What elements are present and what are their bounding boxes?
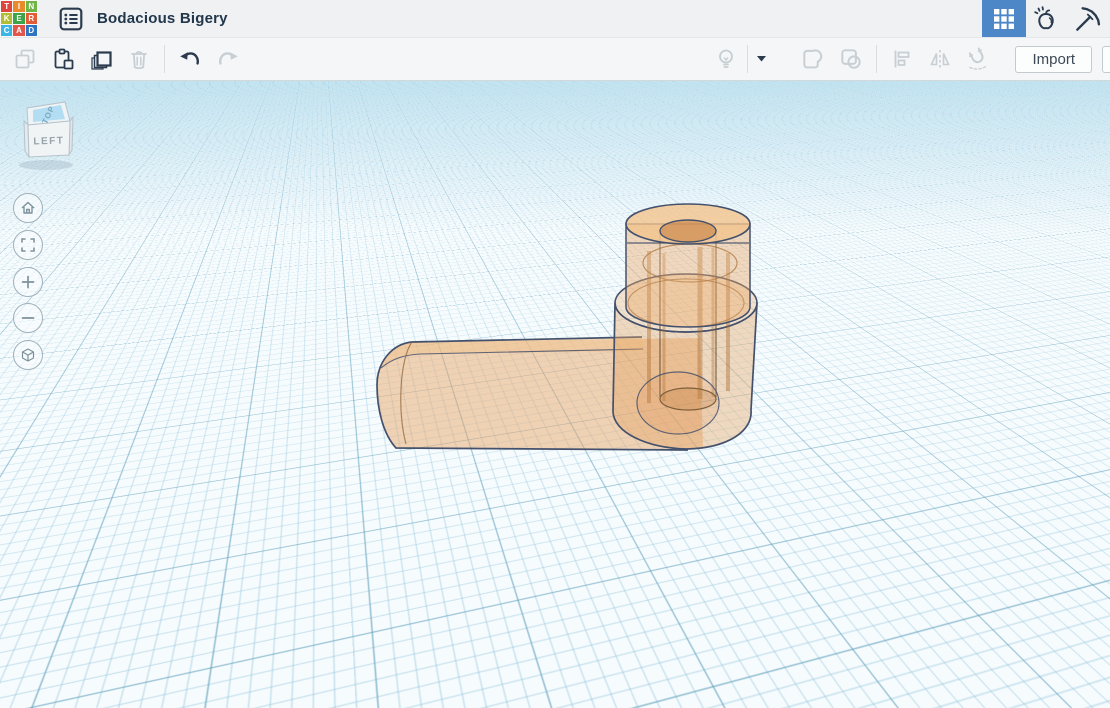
- workplane-canvas[interactable]: TOP LEFT: [0, 81, 1110, 708]
- duplicate-button[interactable]: [82, 40, 120, 78]
- perspective-cube-icon: [20, 347, 36, 363]
- design-title: Bodacious Bigery: [97, 10, 228, 27]
- zoom-in-button[interactable]: [13, 267, 43, 297]
- delete-button[interactable]: [120, 40, 158, 78]
- home-icon: [20, 200, 36, 216]
- toolbar-separator: [876, 45, 877, 73]
- grid-blocks-icon: [994, 9, 1014, 29]
- mirror-button[interactable]: [921, 40, 959, 78]
- list-icon: [58, 6, 84, 32]
- ungroup-icon: [838, 46, 864, 72]
- redo-icon: [215, 46, 241, 72]
- model-pipe-shape[interactable]: [0, 81, 1110, 708]
- zoom-out-button[interactable]: [13, 303, 43, 333]
- magnet-icon: [965, 46, 991, 72]
- partial-right-button[interactable]: [1102, 46, 1110, 73]
- plus-icon: [20, 274, 36, 290]
- copy-button[interactable]: [6, 40, 44, 78]
- top-bar: T I N K E R C A D Bodacious Bigery: [0, 0, 1110, 38]
- falling-apple-icon: [1032, 5, 1060, 33]
- align-button[interactable]: [883, 40, 921, 78]
- home-view-button[interactable]: [13, 193, 43, 223]
- view-mode-sim-lab-button[interactable]: [1026, 0, 1066, 38]
- group-button[interactable]: [794, 40, 832, 78]
- view-mode-blocks-button[interactable]: [1066, 0, 1110, 38]
- chevron-down-icon: [757, 56, 766, 62]
- show-hide-button[interactable]: [707, 40, 745, 78]
- view-cube[interactable]: TOP LEFT: [16, 95, 82, 175]
- align-icon: [890, 47, 914, 71]
- redo-button[interactable]: [209, 40, 247, 78]
- view-cube-shadow: [19, 160, 73, 170]
- fit-view-button[interactable]: [13, 230, 43, 260]
- paste-button[interactable]: [44, 40, 82, 78]
- trash-icon: [127, 47, 151, 71]
- magnet-button[interactable]: [959, 40, 997, 78]
- paste-icon: [51, 47, 75, 71]
- tinkercad-logo[interactable]: T I N K E R C A D: [0, 0, 38, 38]
- show-hide-dropdown-button[interactable]: [750, 40, 772, 78]
- duplicate-icon: [88, 46, 114, 72]
- perspective-toggle-button[interactable]: [13, 340, 43, 370]
- import-button[interactable]: Import: [1015, 46, 1092, 73]
- toolbar-separator: [747, 45, 748, 73]
- ungroup-button[interactable]: [832, 40, 870, 78]
- design-menu-button[interactable]: [57, 5, 84, 32]
- toolbar-separator: [164, 45, 165, 73]
- minus-icon: [20, 310, 36, 326]
- copy-icon: [13, 47, 37, 71]
- edit-toolbar: Import: [0, 38, 1110, 81]
- pickaxe-icon: [1073, 4, 1103, 34]
- undo-icon: [177, 46, 203, 72]
- lightbulb-icon: [714, 47, 738, 71]
- mirror-icon: [928, 47, 952, 71]
- group-icon: [800, 46, 826, 72]
- undo-button[interactable]: [171, 40, 209, 78]
- view-cube-front-label: LEFT: [33, 135, 64, 147]
- view-mode-3d-editor-button[interactable]: [982, 0, 1026, 38]
- fit-view-icon: [20, 237, 36, 253]
